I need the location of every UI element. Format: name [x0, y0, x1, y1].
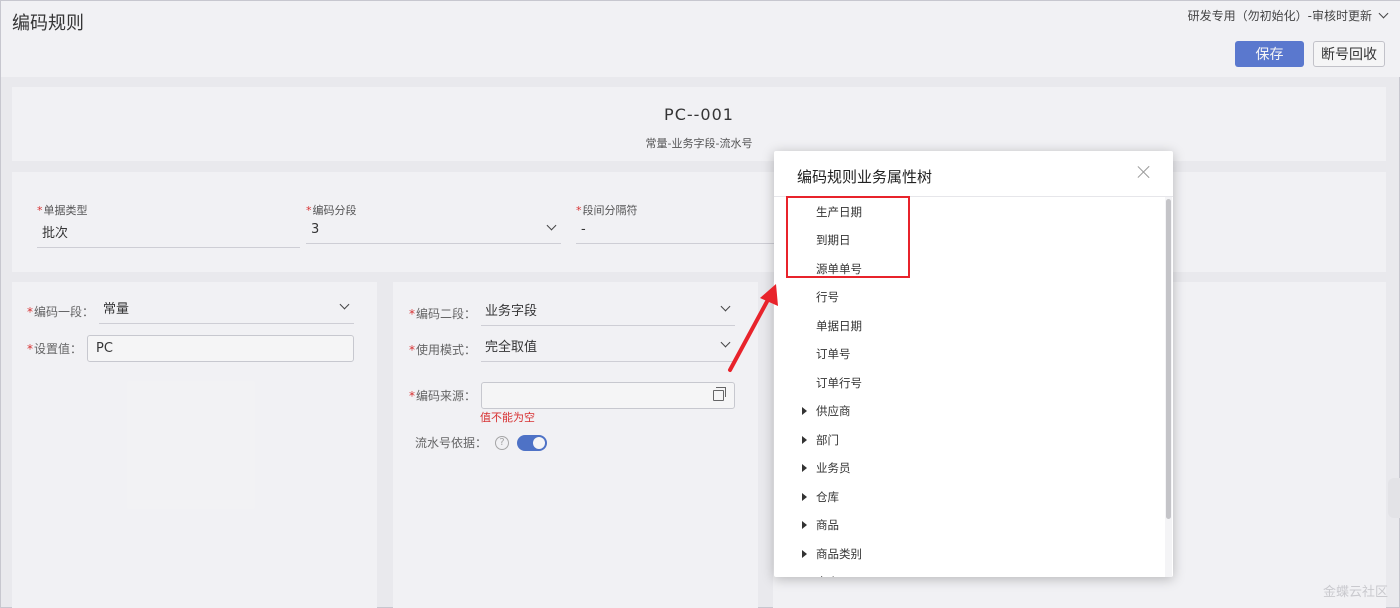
tree-item[interactable]: 商品类别 — [802, 544, 862, 564]
tree-item[interactable]: 订单号 — [816, 344, 851, 364]
expand-arrow-icon[interactable] — [802, 407, 807, 415]
watermark: 金蝶云社区 — [1322, 585, 1388, 600]
tree-item[interactable]: 单据日期 — [816, 316, 862, 336]
tree-item[interactable]: 客户 — [816, 572, 839, 577]
modal-overlay — [0, 0, 1400, 608]
tree-item[interactable]: 部门 — [802, 430, 839, 450]
tree-item[interactable]: 仓库 — [802, 487, 839, 507]
tree-item[interactable]: 订单行号 — [816, 373, 862, 393]
scrollbar-thumb[interactable] — [1166, 199, 1171, 519]
tree-item[interactable]: 供应商 — [802, 401, 851, 421]
expand-arrow-icon[interactable] — [802, 550, 807, 558]
expand-arrow-icon[interactable] — [802, 436, 807, 444]
expand-arrow-icon[interactable] — [802, 493, 807, 501]
annotation-arrow-icon — [728, 284, 778, 372]
dialog-title: 编码规则业务属性树 — [797, 168, 933, 186]
tree-item[interactable]: 商品 — [802, 515, 839, 535]
side-panel-handle[interactable] — [1388, 478, 1400, 518]
tree-item[interactable]: 行号 — [816, 287, 839, 307]
expand-arrow-icon[interactable] — [802, 521, 807, 529]
close-icon[interactable] — [1137, 165, 1151, 179]
expand-arrow-icon[interactable] — [802, 464, 807, 472]
highlight-box — [786, 196, 910, 278]
tree-item[interactable]: 业务员 — [802, 458, 851, 478]
